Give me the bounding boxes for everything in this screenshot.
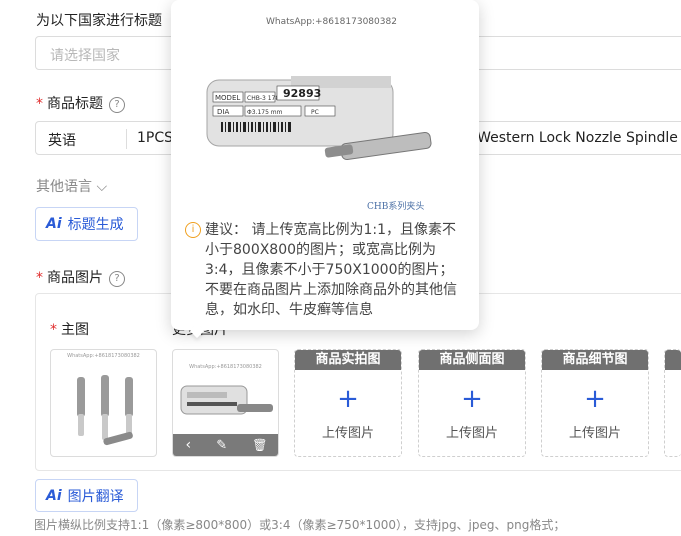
language-selector[interactable]: 英语 bbox=[48, 130, 76, 150]
plus-icon: + bbox=[337, 384, 359, 414]
slot-header: 商品细节图 bbox=[542, 350, 648, 370]
upload-slot-detail-photo[interactable]: 商品细节图 + 上传图片 bbox=[541, 349, 649, 457]
ai-title-generate-button[interactable]: Ai 标题生成 bbox=[35, 207, 138, 241]
help-icon[interactable]: ? bbox=[109, 97, 125, 113]
box-dia-value: Φ3.175 mm bbox=[247, 109, 283, 116]
plus-icon: + bbox=[584, 384, 606, 414]
preview-product-image: MODEL CHB-3 178 92893 DIA Φ3.175 mm PC bbox=[206, 76, 432, 161]
slot-header: 商品侧面图 bbox=[419, 350, 525, 370]
preview-caption: CHB系列夹头 bbox=[367, 202, 425, 212]
collet-product-image bbox=[77, 375, 133, 446]
main-image-thumb[interactable]: WhatsApp:+8618173080382 bbox=[50, 349, 157, 457]
upload-slot-real-photo[interactable]: 商品实拍图 + 上传图片 bbox=[294, 349, 402, 457]
ai-image-translate-label: 图片翻译 bbox=[67, 488, 124, 505]
box-label-model: MODEL bbox=[215, 94, 240, 102]
box-label-dia: DIA bbox=[217, 108, 229, 116]
box-number: 92893 bbox=[283, 87, 321, 100]
chevron-left-icon[interactable]: ‹ bbox=[186, 437, 192, 453]
slot-header: 商品实拍图 bbox=[295, 350, 401, 370]
help-icon[interactable]: ? bbox=[109, 271, 125, 287]
image-format-note: 图片横纵比例支持1:1（像素≥800*800）或3:4（像素≥750*1000）… bbox=[34, 518, 566, 532]
plus-icon: + bbox=[461, 384, 483, 414]
upload-slot-side-photo[interactable]: 商品侧面图 + 上传图片 bbox=[418, 349, 526, 457]
ai-title-generate-label: 标题生成 bbox=[67, 217, 124, 233]
divider bbox=[126, 129, 127, 149]
upload-label: 上传图片 bbox=[445, 426, 498, 441]
chevron-down-icon: ⌵ bbox=[96, 179, 108, 195]
product-images-label: * 商品图片? bbox=[36, 267, 125, 287]
image-toolbar: ‹ ✎ 🗑 bbox=[173, 434, 278, 456]
other-languages-toggle[interactable]: 其他语言 ⌵ bbox=[36, 176, 107, 196]
upload-label: 上传图片 bbox=[321, 426, 374, 441]
trash-icon[interactable]: 🗑 bbox=[252, 438, 267, 452]
slot-header bbox=[665, 350, 681, 370]
product-title-label: * 商品标题? bbox=[36, 93, 125, 113]
ai-icon: Ai bbox=[46, 216, 62, 232]
more-image-thumb[interactable]: WhatsApp:+8618173080382 ‹ ✎ 🗑 bbox=[172, 349, 279, 457]
title-text-right: e Western Lock Nozzle Spindle bbox=[464, 130, 678, 146]
main-image-label: * 主图 bbox=[50, 322, 89, 338]
country-placeholder: 请选择国家 bbox=[50, 48, 120, 64]
ai-icon: Ai bbox=[46, 487, 62, 504]
upload-label: 上传图片 bbox=[568, 426, 621, 441]
upload-slot-partial[interactable] bbox=[664, 349, 681, 457]
image-preview-popover: WhatsApp:+8618173080382 MODEL CHB-3 178 … bbox=[171, 0, 479, 330]
box-model-value: CHB-3 178 bbox=[247, 95, 279, 102]
country-label: 为以下国家进行标题 bbox=[36, 13, 162, 29]
box-pcs: PC bbox=[311, 109, 319, 116]
preview-watermark: WhatsApp:+8618173080382 bbox=[266, 17, 397, 27]
warning-icon: i bbox=[185, 222, 201, 238]
upload-tip: 建议： 请上传宽高比例为1:1，且像素不小于800X800的图片；或宽高比例为3… bbox=[205, 222, 457, 318]
collet-box-image bbox=[180, 385, 273, 415]
ai-image-translate-button[interactable]: Ai 图片翻译 bbox=[35, 479, 138, 512]
edit-icon[interactable]: ✎ bbox=[216, 438, 227, 453]
